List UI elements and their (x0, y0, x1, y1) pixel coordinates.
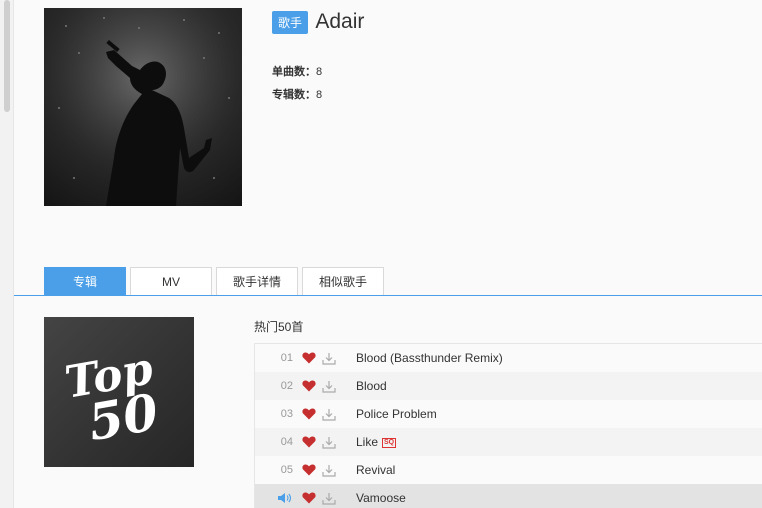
tab-albums[interactable]: 专辑 (44, 267, 126, 296)
album-title: 热门50首 (254, 320, 304, 334)
speaker-icon (255, 492, 295, 504)
download-icon[interactable] (322, 380, 340, 393)
download-icon[interactable] (322, 492, 340, 505)
song-title[interactable]: Blood (356, 379, 387, 393)
heart-icon[interactable] (302, 352, 322, 364)
track-number: 01 (280, 352, 293, 364)
song-row[interactable]: 02 Blood (255, 372, 762, 400)
heart-icon[interactable] (302, 436, 322, 448)
album-cover-image[interactable]: Top 50 (44, 317, 194, 467)
song-title[interactable]: Vamoose (356, 491, 406, 505)
song-row[interactable]: 01 Blood (Bassthunder Remix) (255, 344, 762, 372)
song-title[interactable]: Revival (356, 463, 395, 477)
tab-divider (14, 295, 762, 296)
sq-quality-badge: SQ (382, 437, 397, 448)
song-count-value: 8 (316, 66, 323, 78)
song-count-label: 单曲数： (272, 66, 316, 78)
heart-icon[interactable] (302, 380, 322, 392)
artist-name: Adair (315, 10, 365, 33)
heart-icon[interactable] (302, 408, 322, 420)
album-count-stat: 专辑数：8 (272, 86, 322, 102)
download-icon[interactable] (322, 464, 340, 477)
song-title[interactable]: Police Problem (356, 407, 437, 421)
scrollbar-thumb[interactable] (4, 0, 10, 112)
heart-icon[interactable] (302, 492, 322, 504)
artist-cover-image (44, 8, 242, 206)
scrollbar[interactable] (0, 0, 14, 508)
song-title-text: Like (356, 435, 379, 449)
song-row-now-playing[interactable]: Vamoose (255, 484, 762, 508)
tab-mv[interactable]: MV (130, 267, 212, 296)
singer-tag-badge: 歌手 (272, 10, 309, 34)
song-list: 01 Blood (Bassthunder Remix) 02 Blood 03… (254, 343, 762, 508)
track-number: 03 (280, 408, 293, 420)
download-icon[interactable] (322, 352, 340, 365)
artist-header: 歌手 Adair (272, 10, 364, 34)
track-number: 02 (280, 380, 293, 392)
album-count-value: 8 (316, 89, 323, 101)
song-row[interactable]: 04 Like SQ (255, 428, 762, 456)
album-cover-line2: 50 (84, 382, 163, 452)
album-count-label: 专辑数： (272, 89, 316, 101)
tab-artist-details[interactable]: 歌手详情 (216, 267, 298, 296)
song-title[interactable]: Blood (Bassthunder Remix) (356, 351, 503, 365)
heart-icon[interactable] (302, 464, 322, 476)
tab-bar: 专辑 MV 歌手详情 相似歌手 (44, 267, 388, 296)
song-row[interactable]: 03 Police Problem (255, 400, 762, 428)
song-row[interactable]: 05 Revival (255, 456, 762, 484)
track-number: 05 (280, 464, 293, 476)
song-title[interactable]: Like SQ (356, 435, 397, 449)
track-number: 04 (280, 436, 293, 448)
download-icon[interactable] (322, 408, 340, 421)
song-count-stat: 单曲数：8 (272, 63, 322, 79)
tab-similar-artists[interactable]: 相似歌手 (302, 267, 384, 296)
download-icon[interactable] (322, 436, 340, 449)
